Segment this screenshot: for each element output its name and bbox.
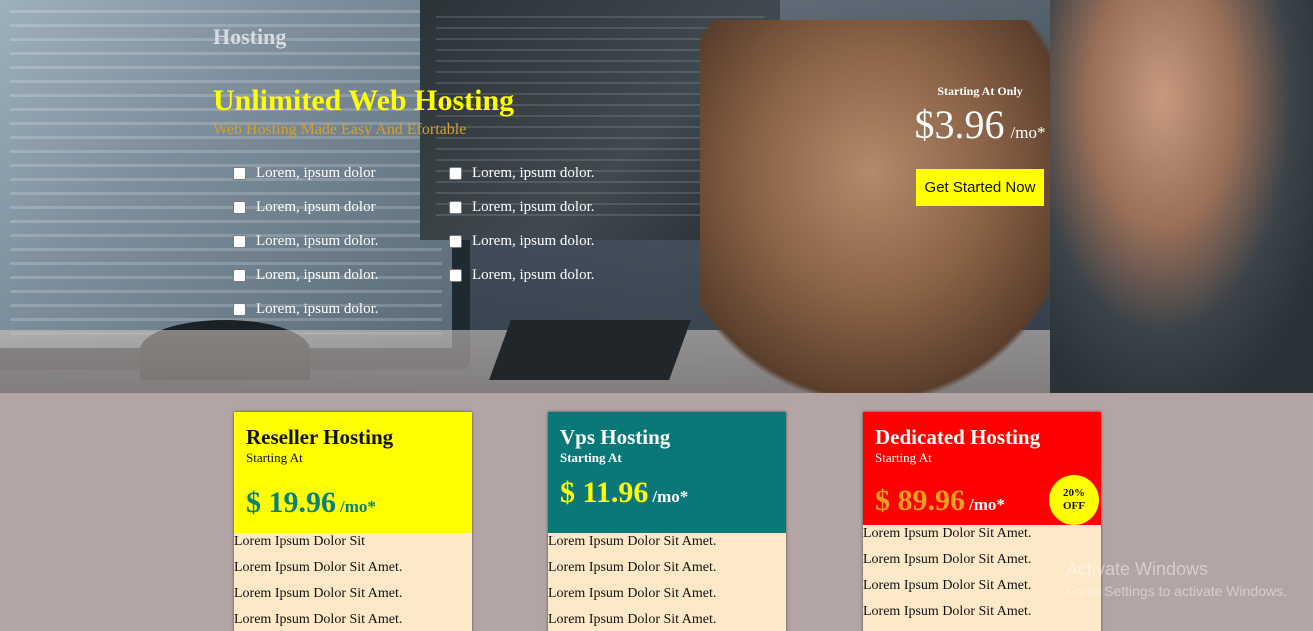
plan-card-reseller[interactable]: Reseller Hosting Starting At $ 19.96/mo*…	[234, 412, 472, 631]
plan-card-header: Reseller Hosting Starting At $ 19.96/mo*	[234, 412, 472, 533]
checkbox-icon[interactable]	[449, 234, 462, 248]
watermark-title: Activate Windows	[1066, 559, 1209, 579]
plan-price-unit: /mo*	[340, 497, 376, 516]
list-item: Lorem Ipsum Dolor Sit Amet.	[548, 612, 717, 627]
feature-label: Lorem, ipsum dolor.	[256, 232, 379, 249]
photo-person-woman	[700, 20, 1080, 393]
list-item: Lorem Ipsum Dolor Sit Amet.	[548, 560, 717, 575]
plan-price-amount: $ 11.96	[560, 476, 649, 509]
plan-feature-list: Lorem Ipsum Dolor Sit Amet. Lorem Ipsum …	[548, 533, 786, 631]
feature-item[interactable]: Lorem, ipsum dolor	[233, 190, 449, 224]
feature-item[interactable]: Lorem, ipsum dolor	[233, 156, 449, 190]
plan-price: $ 19.96/mo*	[246, 486, 376, 520]
feature-label: Lorem, ipsum dolor.	[472, 232, 595, 249]
brand-logo[interactable]: Hosting	[213, 24, 286, 50]
hero-price-label: Starting At Only	[937, 84, 1023, 98]
hero-background-photo	[0, 0, 1313, 393]
feature-item[interactable]: Lorem, ipsum dolor.	[233, 292, 449, 326]
feature-label: Lorem, ipsum dolor.	[472, 266, 595, 283]
discount-badge: 20% OFF	[1049, 475, 1099, 525]
plan-name: Vps Hosting	[560, 425, 671, 449]
feature-label: Lorem, ipsum dolor.	[472, 164, 595, 181]
feature-label: Lorem, ipsum dolor.	[256, 300, 379, 317]
feature-item[interactable]: Lorem, ipsum dolor.	[449, 224, 649, 258]
plan-feature-list: Lorem Ipsum Dolor Sit Lorem Ipsum Dolor …	[234, 533, 472, 631]
feature-label: Lorem, ipsum dolor	[256, 164, 376, 181]
list-item: Lorem Ipsum Dolor Sit Amet.	[863, 604, 1032, 619]
discount-badge-off: OFF	[1063, 500, 1085, 512]
feature-label: Lorem, ipsum dolor.	[256, 266, 379, 283]
hero-subtitle: Web Hosting Made Easy And Efortable	[213, 121, 467, 138]
checkbox-icon[interactable]	[449, 268, 462, 282]
list-item: Lorem Ipsum Dolor Sit Amet.	[548, 534, 717, 549]
list-item: Lorem Ipsum Dolor Sit	[234, 534, 366, 549]
plan-card-header: Vps Hosting Starting At $ 11.96/mo*	[548, 412, 786, 533]
checkbox-icon[interactable]	[233, 302, 246, 316]
hero-price-amount: $3.96	[914, 102, 1005, 147]
list-item: Lorem Ipsum Dolor Sit Amet.	[234, 586, 403, 601]
plan-name: Dedicated Hosting	[875, 425, 1041, 449]
feature-item[interactable]: Lorem, ipsum dolor.	[233, 258, 449, 292]
plan-card-vps[interactable]: Vps Hosting Starting At $ 11.96/mo* Lore…	[548, 412, 786, 631]
hero-banner: Hosting Unlimited Web Hosting Web Hostin…	[0, 0, 1313, 393]
plan-price-unit: /mo*	[652, 487, 689, 506]
feature-item[interactable]: Lorem, ipsum dolor.	[449, 258, 649, 292]
checkbox-icon[interactable]	[233, 268, 246, 282]
feature-item[interactable]: Lorem, ipsum dolor.	[449, 190, 649, 224]
hero-price-box: Starting At Only $3.96/mo*	[905, 84, 1055, 148]
list-item: Lorem Ipsum Dolor Sit Amet.	[548, 586, 717, 601]
checkbox-icon[interactable]	[449, 200, 462, 214]
feature-label: Lorem, ipsum dolor.	[472, 198, 595, 215]
get-started-button[interactable]: Get Started Now	[916, 169, 1044, 206]
discount-badge-percent: 20%	[1063, 487, 1085, 499]
plan-price-amount: $ 89.96	[875, 484, 965, 517]
plan-name: Reseller Hosting	[246, 425, 394, 449]
checkbox-icon[interactable]	[233, 166, 246, 180]
photo-person-man	[1050, 0, 1313, 393]
activate-windows-watermark: Activate Windows Go to Settings to activ…	[1066, 559, 1287, 599]
plan-price: $ 89.96/mo*	[875, 484, 1005, 518]
plan-starting-label: Starting At	[875, 450, 932, 465]
hero-price-row: $3.96/mo*	[905, 101, 1055, 148]
plan-price-amount: $ 19.96	[246, 486, 336, 519]
plan-price-unit: /mo*	[969, 495, 1005, 514]
feature-item[interactable]: Lorem, ipsum dolor.	[233, 224, 449, 258]
plan-card-header: Dedicated Hosting Starting At $ 89.96/mo…	[863, 412, 1101, 525]
photo-keyboard	[489, 320, 691, 380]
list-item: Lorem Ipsum Dolor Sit Amet.	[234, 560, 403, 575]
plan-price: $ 11.96/mo*	[560, 476, 688, 510]
checkbox-icon[interactable]	[233, 234, 246, 248]
checkbox-icon[interactable]	[449, 166, 462, 180]
hero-price-unit: /mo*	[1010, 123, 1046, 142]
plan-starting-label: Starting At	[246, 450, 303, 465]
feature-list: Lorem, ipsum dolor Lorem, ipsum dolor. L…	[233, 156, 653, 326]
list-item: Lorem Ipsum Dolor Sit Amet.	[234, 612, 403, 627]
list-item: Lorem Ipsum Dolor Sit Amet.	[863, 526, 1032, 541]
watermark-subtitle: Go to Settings to activate Windows.	[1066, 583, 1287, 599]
plan-starting-label: Starting At	[560, 450, 622, 465]
feature-item[interactable]: Lorem, ipsum dolor.	[449, 156, 649, 190]
feature-label: Lorem, ipsum dolor	[256, 198, 376, 215]
hero-title: Unlimited Web Hosting	[213, 84, 515, 117]
checkbox-icon[interactable]	[233, 200, 246, 214]
